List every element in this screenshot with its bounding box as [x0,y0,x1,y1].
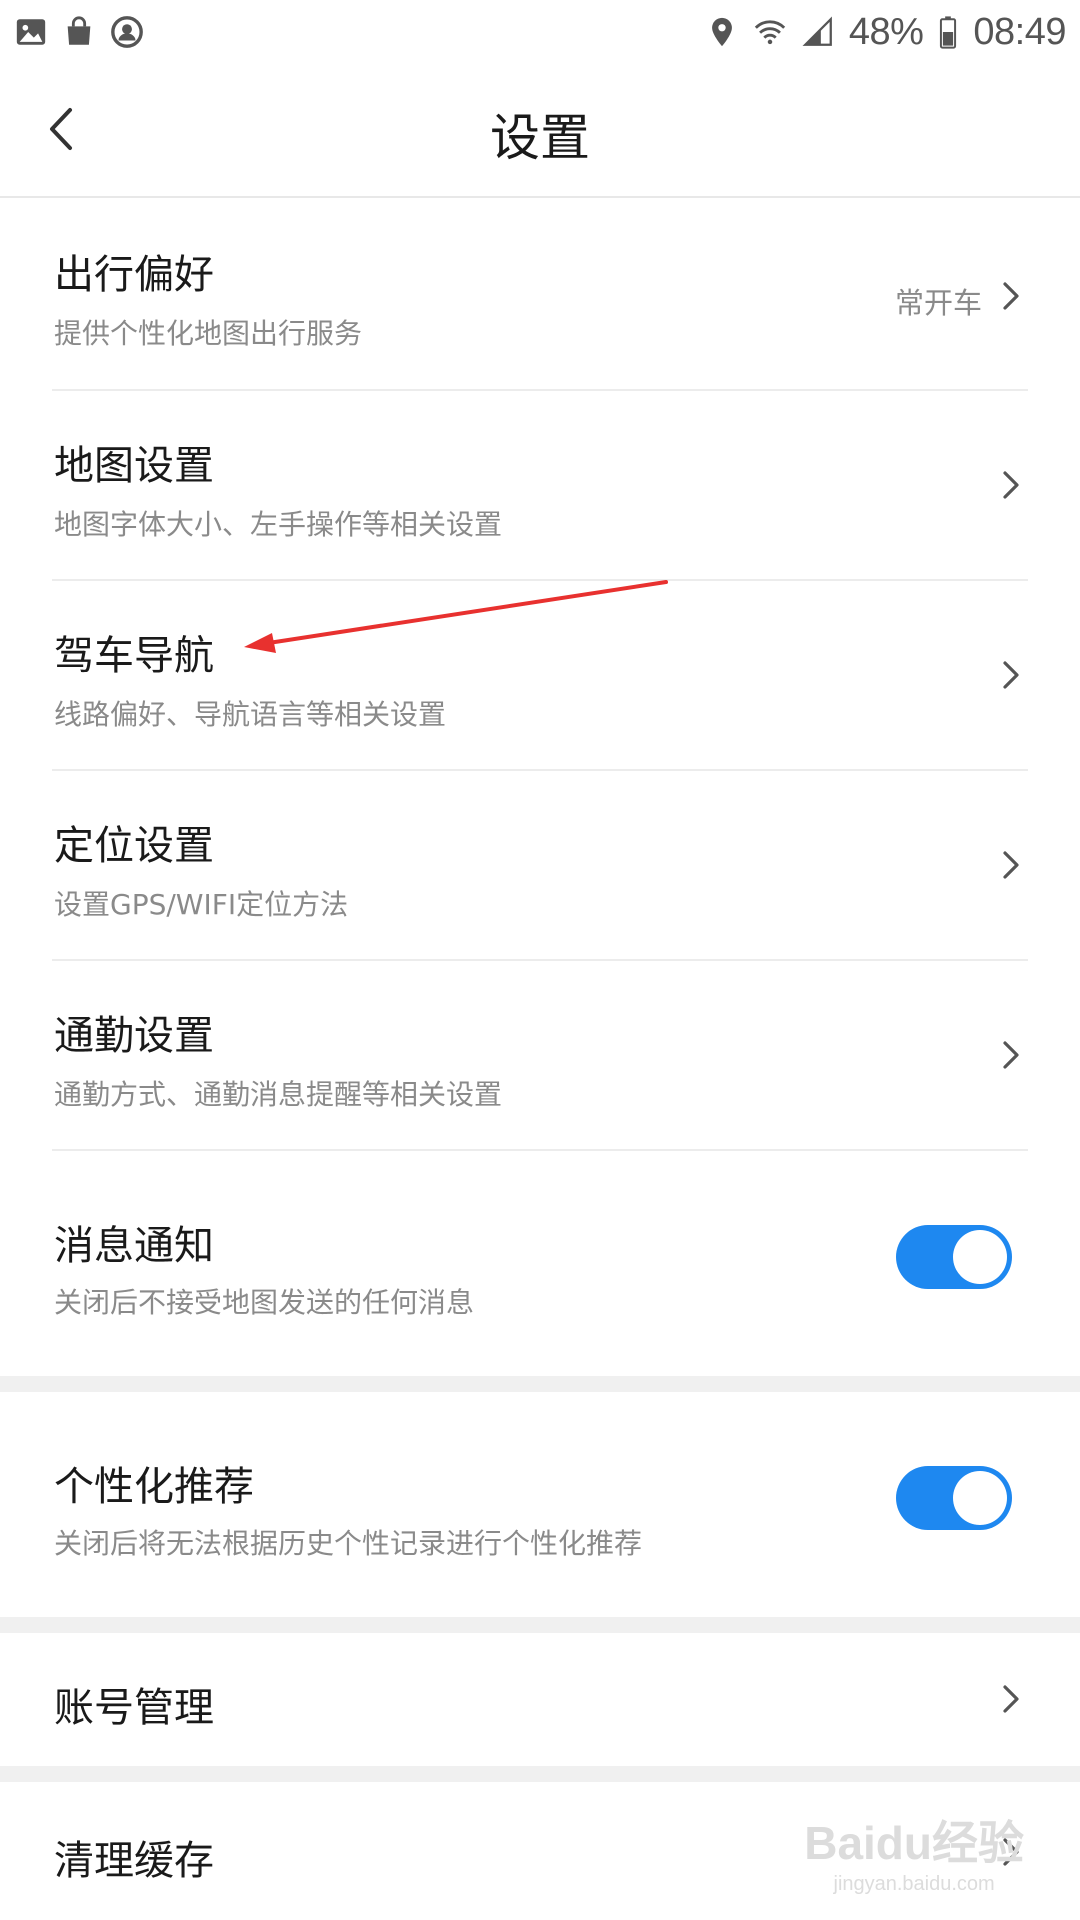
app-bar: 设置 [0,64,1080,198]
setting-title: 出行偏好 [54,252,214,298]
section-gap [0,1617,1080,1633]
setting-location[interactable]: 定位设置 设置GPS/WIFI定位方法 [0,771,1080,960]
setting-map[interactable]: 地图设置 地图字体大小、左手操作等相关设置 [0,391,1080,580]
setting-subtitle: 通勤方式、通勤消息提醒等相关设置 [54,1078,503,1111]
watermark-logo-text: Baidu经验 [804,1817,1024,1869]
setting-subtitle: 线路偏好、导航语言等相关设置 [54,698,447,731]
chevron-right-icon [996,655,1026,695]
personalization-toggle[interactable] [896,1466,1012,1530]
chevron-right-icon [996,1035,1026,1075]
status-bar-left [14,15,144,49]
setting-subtitle: 地图字体大小、左手操作等相关设置 [54,508,503,541]
status-bar-right: 48% 08:49 [705,11,1066,54]
signal-icon [801,15,835,49]
toggle-knob [953,1230,1007,1284]
section-gap [0,1376,1080,1392]
setting-title: 驾车导航 [54,633,214,679]
location-icon [705,15,739,49]
setting-title: 个性化推荐 [54,1464,254,1510]
setting-title: 通勤设置 [54,1013,214,1059]
section-gap [0,1766,1080,1782]
chevron-right-icon [996,845,1026,885]
setting-title: 清理缓存 [54,1838,214,1884]
chevron-right-icon [996,465,1026,505]
setting-driving-navigation[interactable]: 驾车导航 线路偏好、导航语言等相关设置 [0,581,1080,770]
setting-subtitle: 关闭后不接受地图发送的任何消息 [54,1286,475,1319]
setting-value: 常开车 [894,286,982,320]
wifi-icon [753,15,787,49]
gallery-icon [14,15,48,49]
clock: 08:49 [973,10,1066,53]
toggle-knob [953,1471,1007,1525]
setting-personalized-recommendation: 个性化推荐 关闭后将无法根据历史个性记录进行个性化推荐 [0,1392,1080,1617]
setting-account-management[interactable]: 账号管理 [0,1633,1080,1766]
setting-title: 地图设置 [54,443,214,489]
setting-title: 定位设置 [54,823,214,869]
chevron-right-icon [996,276,1026,316]
notification-toggle[interactable] [896,1225,1012,1289]
battery-icon [937,15,959,49]
setting-travel-preference[interactable]: 出行偏好 提供个性化地图出行服务 常开车 [0,200,1080,390]
setting-subtitle: 提供个性化地图出行服务 [54,317,363,350]
setting-title: 账号管理 [54,1685,214,1731]
setting-title: 消息通知 [54,1223,214,1269]
account-icon [110,15,144,49]
page-title: 设置 [490,109,590,167]
setting-subtitle: 关闭后将无法根据历史个性记录进行个性化推荐 [54,1527,643,1560]
setting-commute[interactable]: 通勤设置 通勤方式、通勤消息提醒等相关设置 [0,961,1080,1150]
setting-subtitle: 设置GPS/WIFI定位方法 [54,888,349,921]
chevron-right-icon [996,1679,1026,1719]
battery-percent: 48% [848,10,924,53]
setting-message-notification: 消息通知 关闭后不接受地图发送的任何消息 [0,1151,1080,1376]
watermark-url: jingyan.baidu.com [833,1873,995,1895]
status-bar: 48% 08:49 [0,0,1080,64]
shopping-bag-icon [62,15,96,49]
baidu-watermark: Baidu经验 jingyan.baidu.com [804,1807,1024,1896]
